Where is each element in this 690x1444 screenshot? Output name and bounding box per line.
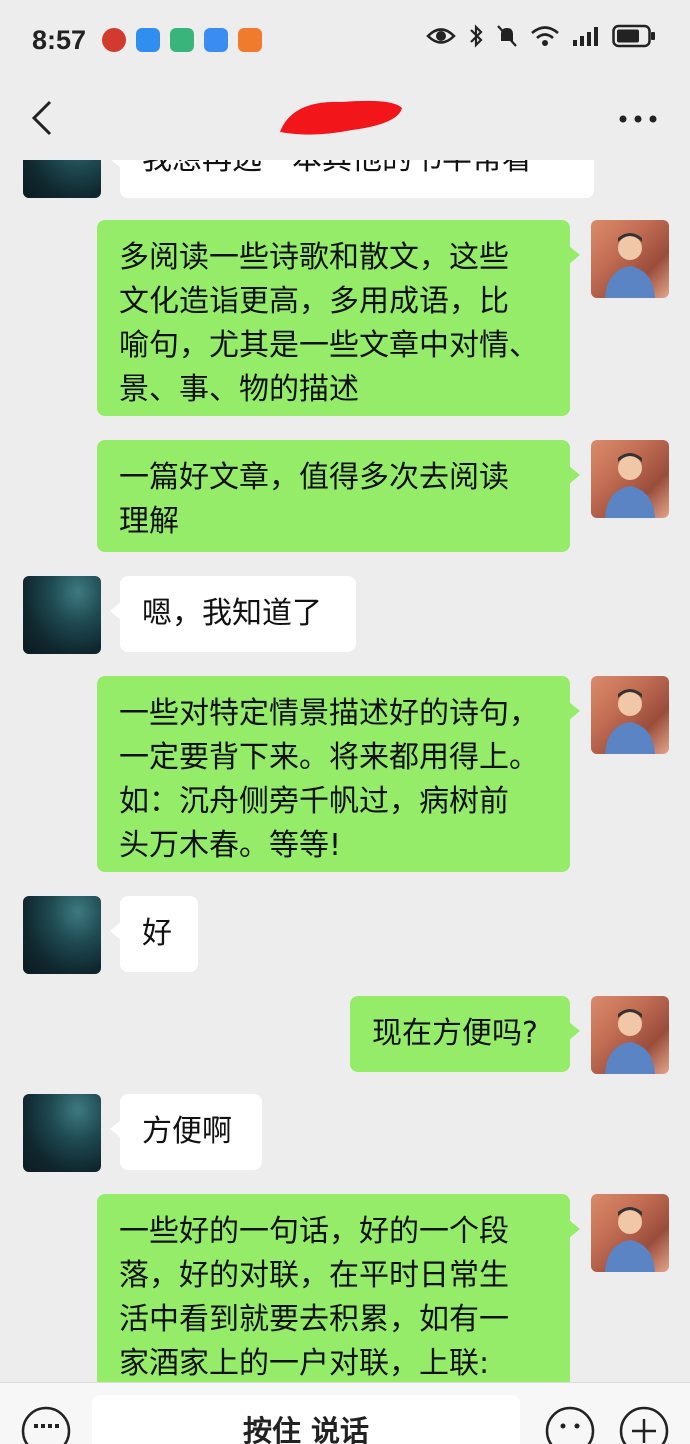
contact-avatar[interactable] <box>23 576 101 654</box>
message-app-icon <box>136 28 161 52</box>
message-line: 如：沉舟侧旁千帆过，病树前 <box>119 784 509 819</box>
message-text: 现在方便吗? <box>372 1016 538 1051</box>
message-line: 景、事、物的描述 <box>119 372 359 407</box>
my-avatar[interactable] <box>591 676 669 754</box>
person-photo-icon <box>605 1207 655 1272</box>
contact-name-redacted <box>280 100 402 135</box>
signal-icon <box>573 27 598 46</box>
wallet-app-icon <box>170 28 195 52</box>
person-photo-icon <box>605 1009 655 1074</box>
message-bubble-sent[interactable]: 一篇好文章，值得多次去阅读 理解 <box>97 440 580 552</box>
message-bubble-sent[interactable]: 现在方便吗? <box>350 996 580 1072</box>
message-line: 文化造诣更高，多用成语，比 <box>119 284 509 319</box>
message-line: 一些好的一句话，好的一个段 <box>119 1214 509 1249</box>
message-bubble-received[interactable]: 我想再选一本其他的书半常看 <box>110 160 594 198</box>
message-text: 方便啊 <box>142 1114 232 1149</box>
contact-avatar[interactable] <box>23 1094 101 1172</box>
my-avatar[interactable] <box>591 440 669 518</box>
message-line: 一定要背下来。将来都用得上。 <box>119 740 539 775</box>
message-line: 头万木春。等等! <box>119 828 342 863</box>
chat-area[interactable]: 我想再选一本其他的书半常看 多阅读一些诗歌和散文，这些 文化造诣更高，多用成语，… <box>0 160 690 1382</box>
hold-to-talk-button[interactable]: 按住 说话 <box>92 1395 520 1444</box>
my-avatar[interactable] <box>591 1194 669 1272</box>
message-line: 喻句，尤其是一些文章中对情、 <box>119 328 539 363</box>
message-line: 一篇好文章，值得多次去阅读 <box>119 460 509 495</box>
eye-icon <box>426 28 456 44</box>
cloud-app-icon <box>204 28 229 52</box>
message-text: 好 <box>142 916 172 951</box>
message-text: 嗯，我知道了 <box>142 596 322 631</box>
message-line: 理解 <box>119 504 179 539</box>
mute-icon <box>497 25 517 47</box>
wifi-icon <box>531 26 559 46</box>
plus-icon[interactable] <box>618 1405 670 1444</box>
message-line: 活中看到就要去积累，如有一 <box>119 1302 509 1337</box>
my-avatar[interactable] <box>591 996 669 1074</box>
message-line: 落，好的对联，在平时日常生 <box>119 1258 509 1293</box>
person-photo-icon <box>605 689 655 754</box>
contact-avatar[interactable] <box>23 160 101 198</box>
bank-app-icon <box>102 28 127 52</box>
status-bar: 8:57 <box>0 0 690 80</box>
input-bar: 按住 说话 <box>0 1382 690 1444</box>
message-bubble-received[interactable]: 方便啊 <box>110 1094 262 1170</box>
message-line: 家酒家上的一户对联，上联: <box>119 1346 490 1381</box>
contact-avatar[interactable] <box>23 896 101 974</box>
keyboard-toggle-icon[interactable] <box>20 1405 72 1444</box>
message-bubble-sent[interactable]: 多阅读一些诗歌和散文，这些 文化造诣更高，多用成语，比 喻句，尤其是一些文章中对… <box>97 220 580 416</box>
chat-header <box>0 80 690 160</box>
message-bubble-sent[interactable]: 一些好的一句话，好的一个段 落，好的对联，在平时日常生 活中看到就要去积累，如有… <box>97 1194 580 1382</box>
person-photo-icon <box>605 453 655 518</box>
message-line: 一些对特定情景描述好的诗句， <box>119 696 539 731</box>
message-bubble-received[interactable]: 好 <box>110 896 198 972</box>
message-bubble-received[interactable]: 嗯，我知道了 <box>110 576 356 652</box>
message-line: 多阅读一些诗歌和散文，这些 <box>119 240 509 275</box>
message-bubble-sent[interactable]: 一些对特定情景描述好的诗句， 一定要背下来。将来都用得上。 如：沉舟侧旁千帆过，… <box>97 676 580 872</box>
more-options-icon[interactable] <box>618 114 658 124</box>
status-time: 8:57 <box>32 24 87 55</box>
delivery-app-icon <box>238 28 263 52</box>
battery-icon <box>612 24 655 48</box>
message-text: 我想再选一本其他的书半常看 <box>142 160 532 177</box>
bluetooth-icon <box>470 24 483 48</box>
person-photo-icon <box>605 233 655 298</box>
my-avatar[interactable] <box>591 220 669 298</box>
back-arrow-icon[interactable] <box>26 98 60 138</box>
emoji-icon[interactable] <box>544 1405 596 1444</box>
